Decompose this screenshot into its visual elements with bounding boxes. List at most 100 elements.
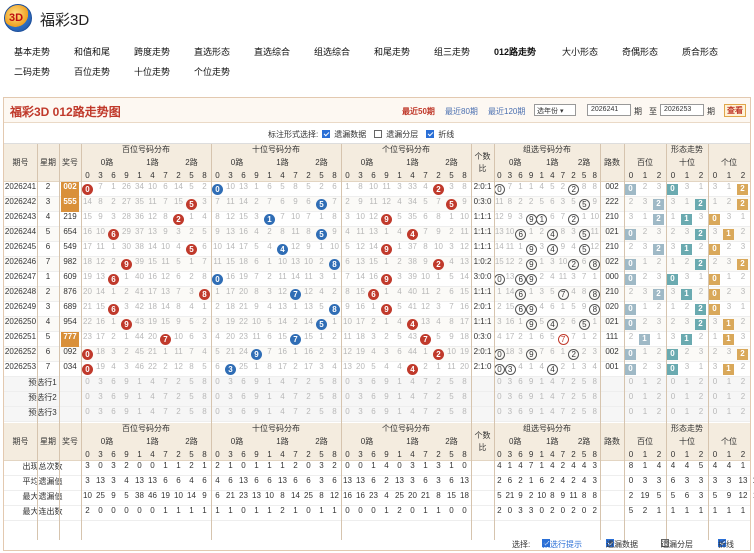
nav-item[interactable]: 二码走势 <box>14 65 50 78</box>
checkbox[interactable] <box>426 129 435 138</box>
route-header: 0路 <box>230 437 244 446</box>
nav-item[interactable]: 基本走势 <box>14 45 50 58</box>
ratio-header: 个数比 <box>474 431 491 452</box>
shape-hit: 2 <box>695 259 706 270</box>
miss-cell: 1 <box>436 272 441 281</box>
stats-value: 2 <box>332 461 337 470</box>
period-link-120[interactable]: 最近120期 <box>488 106 525 117</box>
route-header: 1路 <box>146 158 159 167</box>
stats-group-value: 11 <box>569 491 578 500</box>
nav-item[interactable]: 组三走势 <box>434 45 470 58</box>
miss-cell: 2 <box>215 302 220 311</box>
nav-item[interactable]: 直选综合 <box>254 45 290 58</box>
to-issue-input[interactable]: 2026253 <box>660 104 704 116</box>
miss-cell: 2 <box>397 257 402 266</box>
option-0[interactable]: 遗漏数据 <box>322 129 370 140</box>
group-hit: 6 <box>515 289 527 300</box>
from-issue-input[interactable]: 2026241 <box>587 104 631 116</box>
miss-cell: 14 <box>278 317 287 326</box>
shape-hit: 2 <box>695 304 706 315</box>
shape-miss-cell: 2 <box>684 347 690 356</box>
predict-digit: 2 <box>436 392 441 401</box>
app-logo: 3D <box>4 4 32 32</box>
hit-ball: 5 <box>316 319 327 330</box>
nav-item[interactable]: 跨度走势 <box>134 45 170 58</box>
predict-digit: 3 <box>98 377 103 386</box>
predict-row-label: 预选行1 <box>28 378 57 387</box>
nav-item[interactable]: 和尾走势 <box>374 45 410 58</box>
predict-shape: 2 <box>656 407 662 416</box>
stats-value: 0 <box>150 461 155 470</box>
nav-item[interactable]: 012路走势 <box>494 45 536 58</box>
week-cell: 4 <box>45 317 51 326</box>
option-1[interactable]: 遗漏分层 <box>374 129 422 140</box>
stats-value: 2 <box>384 476 389 485</box>
nav-item[interactable]: 十位走势 <box>134 65 170 78</box>
query-button[interactable]: 查看 <box>724 104 746 117</box>
stats-shape-value: 5 <box>712 491 718 500</box>
stats-shape-value: 1 <box>712 506 718 515</box>
miss-cell: 17 <box>96 332 105 341</box>
nav-item[interactable]: 奇偶形态 <box>622 45 658 58</box>
miss-cell: 1 <box>319 332 324 341</box>
group-miss-cell: 6 <box>539 332 544 341</box>
nav-item[interactable]: 和值和尾 <box>74 45 110 58</box>
period-link-80[interactable]: 最近80期 <box>445 106 478 117</box>
stats-value: 4 <box>384 461 389 470</box>
checkbox[interactable] <box>322 129 331 138</box>
stats-shape-value: 3 <box>698 491 704 500</box>
predict-digit: 2 <box>306 407 311 416</box>
miss-cell: 1 <box>254 182 259 191</box>
stats-group-value: 7 <box>528 461 534 470</box>
stats-value: 1 <box>371 461 376 470</box>
shape-sub-header: 1 <box>726 450 732 459</box>
predict-group-digit: 5 <box>581 377 587 386</box>
shape-sub-header: 2 <box>740 450 746 459</box>
column-divider <box>341 144 342 540</box>
miss-cell: 20 <box>356 362 365 371</box>
predict-row[interactable]: 预选行3 0 3 6 9 1 4 7 2 5 8 0 3 6 9 1 4 7 2 5 8 0 3 6 9 1 4 7 2 5 8 0 3 6 9 1 4… <box>4 407 750 422</box>
miss-cell: 4 <box>449 257 454 266</box>
stats-value: 1 <box>202 506 207 515</box>
predict-digit: 2 <box>306 392 311 401</box>
group-miss-cell: 7 <box>581 272 587 281</box>
year-select[interactable]: 选年份 ▾ <box>534 104 576 116</box>
predict-row[interactable]: 预选行2 0 3 6 9 1 4 7 2 5 8 0 3 6 9 1 4 7 2 5 8 0 3 6 9 1 4 7 2 5 8 0 3 6 9 1 4… <box>4 392 750 407</box>
prize-cell: 954 <box>63 317 77 326</box>
prize-header: 奖号 <box>62 158 78 167</box>
column-divider <box>471 144 472 540</box>
nav-item[interactable]: 质合形态 <box>682 45 718 58</box>
stats-group-value: 10 <box>537 491 547 500</box>
issue-cell: 2026243 <box>4 212 37 221</box>
stats-value: 6 <box>176 476 181 485</box>
miss-cell: 14 <box>161 302 170 311</box>
nav-item[interactable]: 百位走势 <box>74 65 110 78</box>
miss-cell: 46 <box>135 362 144 371</box>
group-hit: 5 <box>578 244 590 255</box>
group-hit: 9 <box>525 214 537 225</box>
miss-cell: 8 <box>176 302 181 311</box>
miss-cell: 2 <box>202 317 207 326</box>
stats-row: 最大遗漏值 10 25 9 5 38 46 19 10 14 9 6 21 23 13 10 8 14 25 8 12 1… <box>4 491 754 506</box>
miss-cell: 13 <box>291 257 300 266</box>
digit-header: 6 <box>371 171 376 180</box>
option-2[interactable]: 折线 <box>426 129 458 140</box>
miss-cell: 12 <box>356 242 365 251</box>
predict-row[interactable]: 预选行1 0 3 6 9 1 4 7 2 5 8 0 3 6 9 1 4 7 2 5 8 0 3 6 9 1 4 7 2 5 8 0 3 6 9 1 4… <box>4 377 750 392</box>
nav-item[interactable]: 组选综合 <box>314 45 350 58</box>
predict-shape: 0 <box>670 392 676 401</box>
hit-ball: 9 <box>381 304 392 315</box>
nav-item[interactable]: 直选形态 <box>194 45 230 58</box>
stats-group-value: 3 <box>592 476 597 485</box>
predict-digit: 0 <box>85 392 90 401</box>
miss-cell: 10 <box>96 227 105 236</box>
nav-item[interactable]: 个位走势 <box>194 65 230 78</box>
route-cell: 021 <box>605 227 619 236</box>
shape-miss-cell: 2 <box>684 257 690 266</box>
period-link-50[interactable]: 最近50期 <box>402 106 435 117</box>
predict-group-digit: 6 <box>518 407 523 416</box>
checkbox[interactable] <box>374 129 383 138</box>
nav-item[interactable]: 大小形态 <box>562 45 598 58</box>
stats-value: 1 <box>436 506 441 515</box>
stats-label: 平均遗漏值 <box>22 477 63 486</box>
